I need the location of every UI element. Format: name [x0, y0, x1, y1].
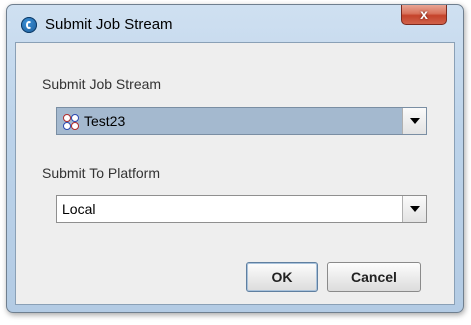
- platform-value: Local: [62, 201, 96, 217]
- ok-button[interactable]: OK: [246, 262, 318, 292]
- chevron-down-icon[interactable]: [402, 196, 426, 222]
- job-stream-icon: [63, 114, 79, 130]
- close-button[interactable]: x: [401, 5, 447, 25]
- job-stream-label: Submit Job Stream: [42, 76, 162, 92]
- title-bar[interactable]: Submit Job Stream x: [7, 5, 463, 41]
- job-stream-value: Test23: [84, 113, 126, 129]
- dialog-window: Submit Job Stream x Submit Job Stream Te…: [6, 4, 464, 313]
- cancel-button[interactable]: Cancel: [327, 262, 421, 292]
- window-title: Submit Job Stream: [45, 16, 173, 33]
- dialog-content: Submit Job Stream Test23 Submit To Platf…: [15, 42, 455, 305]
- platform-dropdown[interactable]: Local: [56, 195, 427, 223]
- platform-label: Submit To Platform: [42, 165, 161, 181]
- job-stream-dropdown[interactable]: Test23: [56, 107, 427, 135]
- chevron-down-icon[interactable]: [402, 108, 426, 134]
- app-icon: [21, 17, 37, 33]
- close-icon: x: [420, 6, 428, 22]
